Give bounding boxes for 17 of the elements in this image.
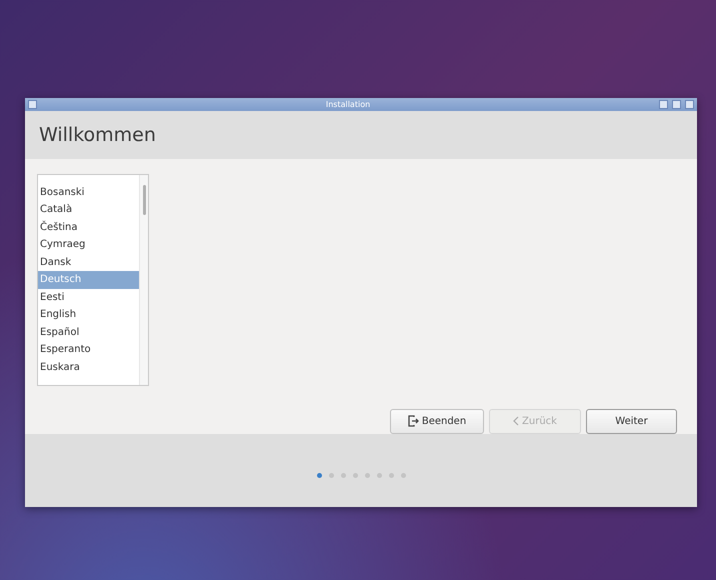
page-title: Willkommen (39, 124, 156, 146)
language-item[interactable]: Dansk (38, 254, 139, 272)
window-title: Installation (324, 100, 372, 109)
exit-icon (408, 415, 419, 428)
language-item[interactable]: Euskara (38, 358, 139, 376)
language-item[interactable]: Español (38, 324, 139, 342)
language-item[interactable]: Esperanto (38, 341, 139, 359)
scrollbar[interactable] (139, 174, 148, 385)
language-item[interactable]: Bosanski (38, 184, 139, 202)
language-item[interactable]: Čeština (38, 218, 139, 236)
language-item[interactable]: Eesti (38, 288, 139, 306)
language-item[interactable]: Cymraeg (38, 236, 139, 254)
chevron-left-icon (513, 416, 520, 426)
next-button[interactable]: Weiter (586, 408, 677, 434)
language-item[interactable]: Català (38, 201, 139, 219)
language-item[interactable]: English (38, 306, 139, 324)
quit-button[interactable]: Beenden (390, 408, 484, 434)
